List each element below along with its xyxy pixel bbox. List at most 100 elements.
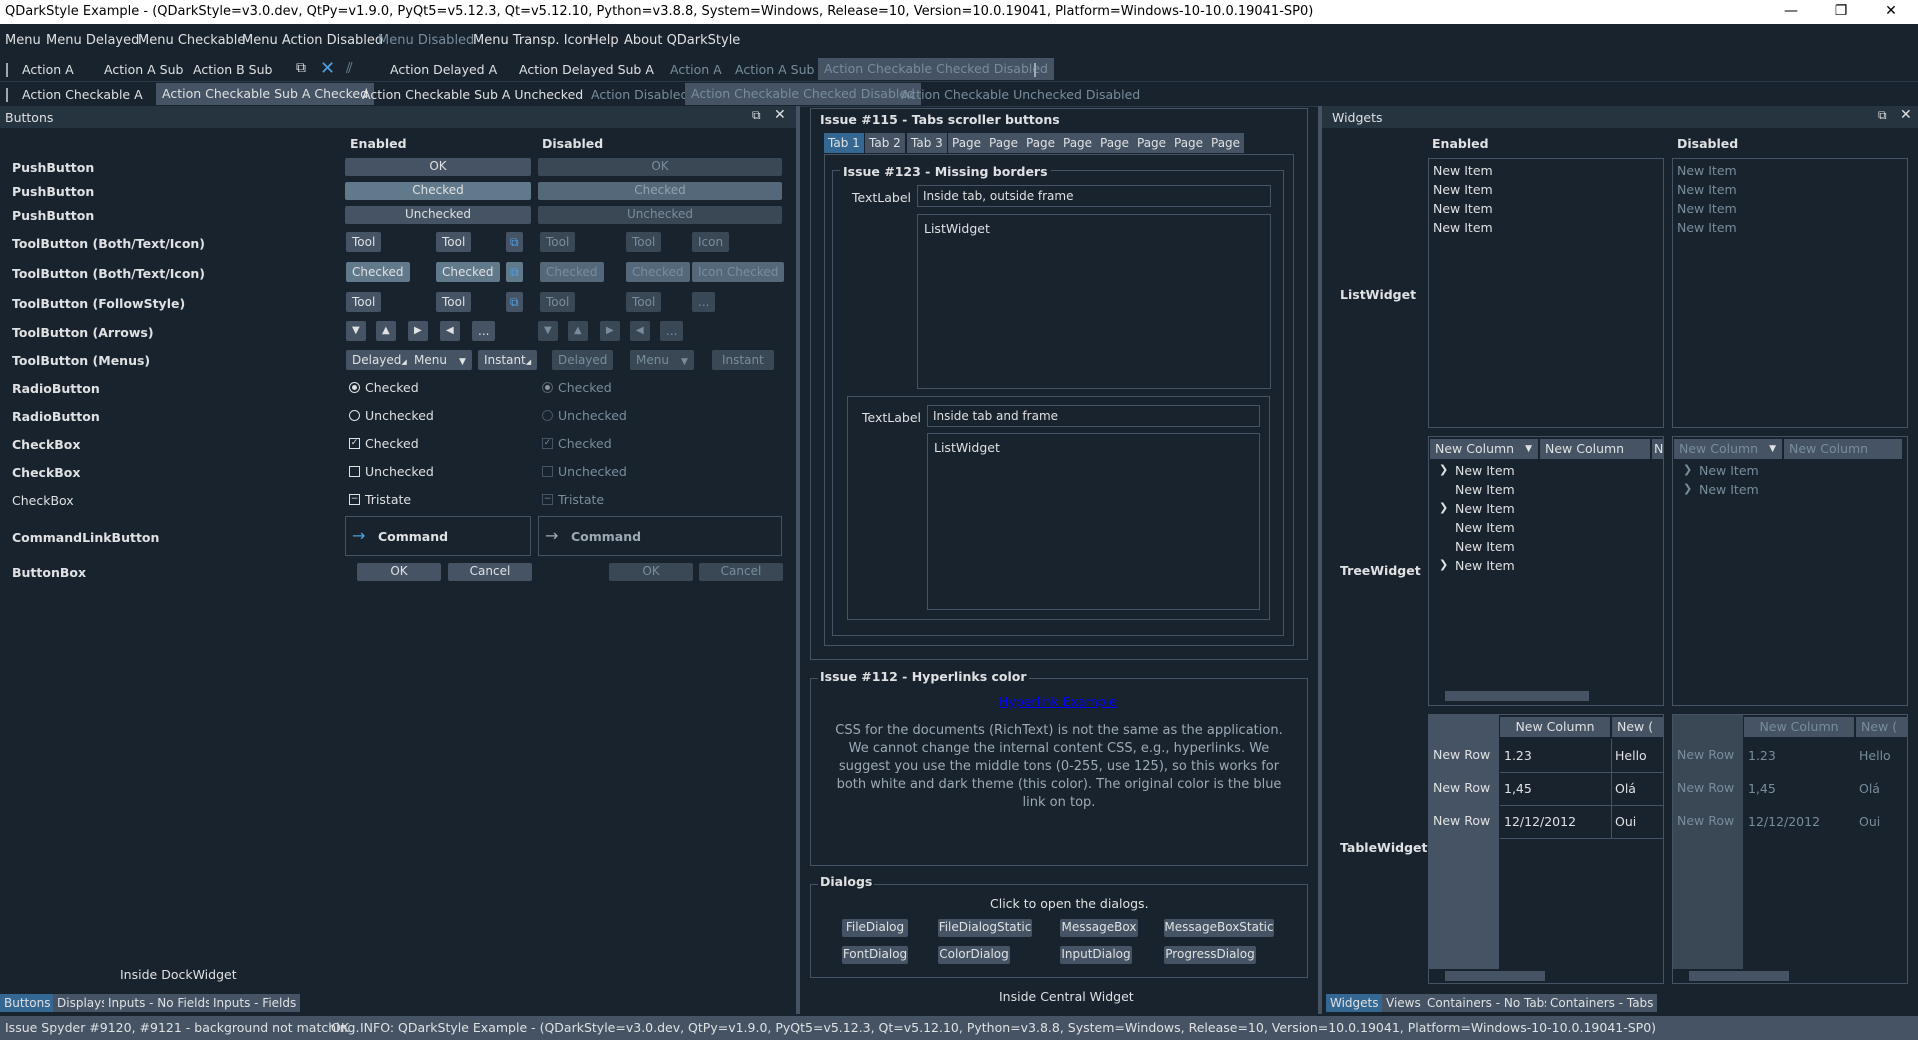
left-splitter[interactable] <box>796 106 800 1014</box>
column-header[interactable]: New Column <box>1540 439 1650 459</box>
tab-page[interactable]: Page <box>948 133 986 153</box>
chevron-right-icon[interactable]: ❯ <box>1439 463 1448 476</box>
tree-item[interactable]: New Item <box>1455 520 1515 535</box>
list-item[interactable]: New Item <box>1433 163 1493 178</box>
window-icon[interactable]: ⧉ <box>506 262 523 282</box>
action-checkable-checked-disabled[interactable]: Action Checkable Checked Disabled <box>818 58 1054 80</box>
float-icon[interactable]: ⧉ <box>752 108 761 123</box>
column-header[interactable]: New Column ▼ <box>1430 439 1538 459</box>
window-icon[interactable]: ⧉ <box>506 292 523 312</box>
tab-inputs-fields[interactable]: Inputs - Fields <box>209 994 301 1012</box>
tab-2[interactable]: Tab 2 <box>865 133 905 153</box>
tool-button[interactable]: Tool <box>346 232 382 252</box>
close-window-button[interactable]: ✕ <box>1868 0 1914 24</box>
toolbar-handle-2[interactable] <box>6 88 8 102</box>
transparent-icon[interactable]: ⫽ <box>346 59 353 77</box>
table-cell[interactable]: 1,45 <box>1504 781 1532 796</box>
ok-button[interactable]: OK <box>357 563 441 581</box>
tab-containers-no-tabs[interactable]: Containers - No Tabs <box>1423 994 1555 1012</box>
action-checkable-sub-a-unchecked[interactable]: Action Checkable Sub A Unchecked <box>362 87 583 102</box>
row-header[interactable]: New Row <box>1429 739 1499 771</box>
file-dialog-button[interactable]: FileDialog <box>842 919 908 937</box>
tool-button[interactable]: Tool <box>436 292 472 312</box>
list-widget[interactable]: ListWidget <box>917 214 1271 389</box>
column-header[interactable]: New Column <box>1500 717 1610 737</box>
list-item[interactable]: New Item <box>1433 220 1493 235</box>
minimize-button[interactable]: — <box>1768 0 1814 24</box>
column-header[interactable]: New ( <box>1612 717 1664 737</box>
font-dialog-button[interactable]: FontDialog <box>842 946 908 964</box>
tree-item[interactable]: New Item <box>1455 558 1515 573</box>
close-x-icon[interactable]: ✕ <box>320 58 335 79</box>
radio-unchecked[interactable] <box>349 410 360 421</box>
tab-page[interactable]: Page <box>1059 133 1097 153</box>
tree-item[interactable]: New Item <box>1455 482 1515 497</box>
horizontal-scrollbar[interactable] <box>1445 691 1589 701</box>
table-cell[interactable]: 12/12/2012 <box>1504 814 1576 829</box>
checked-pushbutton[interactable]: Checked <box>345 182 531 200</box>
menu-about[interactable]: About QDarkStyle <box>624 33 740 48</box>
table-widget-enabled[interactable]: New Column New ( New Row 1.23 Hello New … <box>1428 714 1664 984</box>
float-icon[interactable]: ⧉ <box>1878 108 1887 123</box>
hyperlink[interactable]: Hyperlink Example <box>999 694 1117 709</box>
list-widget[interactable]: ListWidget <box>927 433 1260 610</box>
menu-disabled[interactable]: Menu Disabled <box>378 33 474 48</box>
window-icon[interactable]: ⧉ <box>296 60 306 76</box>
ellipsis-button[interactable]: ... <box>472 321 496 341</box>
arrow-up-icon[interactable]: ▲ <box>376 321 396 341</box>
action-a[interactable]: Action A <box>22 62 74 77</box>
delayed-menu-button[interactable]: Delayed◢ <box>346 350 413 370</box>
tab-page[interactable]: Page <box>1133 133 1171 153</box>
message-box-button[interactable]: MessageBox <box>1060 919 1138 937</box>
progress-dialog-button[interactable]: ProgressDialog <box>1164 946 1256 964</box>
table-cell[interactable]: Olá <box>1615 781 1636 796</box>
checkbox-checked[interactable]: ✓ <box>349 438 360 449</box>
toolbar-handle[interactable] <box>6 63 8 77</box>
table-cell[interactable]: Hello <box>1615 748 1647 763</box>
list-item[interactable]: New Item <box>1433 182 1493 197</box>
table-cell[interactable]: 1.23 <box>1504 748 1532 763</box>
tree-item[interactable]: New Item <box>1455 463 1515 478</box>
arrow-left-icon[interactable]: ◀ <box>440 321 460 341</box>
ok-pushbutton[interactable]: OK <box>345 158 531 176</box>
tree-item[interactable]: New Item <box>1455 539 1515 554</box>
close-icon[interactable]: ✕ <box>1900 107 1912 123</box>
menu-delayed[interactable]: Menu Delayed <box>46 33 139 48</box>
window-icon[interactable]: ⧉ <box>506 232 523 252</box>
column-header[interactable]: N <box>1652 439 1664 459</box>
maximize-button[interactable]: ❐ <box>1818 0 1864 24</box>
action-checkable-sub-a-checked[interactable]: Action Checkable Sub A Checked <box>156 83 375 105</box>
right-splitter[interactable] <box>1318 106 1322 1014</box>
arrow-right-icon[interactable]: ▶ <box>408 321 428 341</box>
action-disabled[interactable]: Action Disabled <box>591 87 688 102</box>
checked-tool-button[interactable]: Checked <box>436 262 500 282</box>
action-delayed-sub-a[interactable]: Action Delayed Sub A <box>519 62 654 77</box>
tab-views[interactable]: Views <box>1382 994 1425 1012</box>
action-b-sub[interactable]: Action B Sub <box>193 62 272 77</box>
tab-widgets[interactable]: Widgets <box>1326 994 1383 1012</box>
menu-action-disabled[interactable]: Menu Action Disabled <box>242 33 383 48</box>
checkbox-unchecked[interactable] <box>349 466 360 477</box>
tab-buttons[interactable]: Buttons <box>0 994 55 1012</box>
action-a-sub-disabled[interactable]: Action A Sub <box>735 62 814 77</box>
radio-checked[interactable] <box>349 382 360 393</box>
menu-checkable[interactable]: Menu Checkable <box>138 33 245 48</box>
menu-menu[interactable]: Menu <box>5 33 41 48</box>
chevron-right-icon[interactable]: ❯ <box>1439 501 1448 514</box>
action-delayed-a[interactable]: Action Delayed A <box>390 62 497 77</box>
list-widget-enabled[interactable]: New Item New Item New Item New Item <box>1428 158 1664 428</box>
menu-button[interactable]: Menu ▼ <box>408 350 472 370</box>
tree-item[interactable]: New Item <box>1455 501 1515 516</box>
instant-menu-button[interactable]: Instant◢ <box>478 350 538 370</box>
close-icon[interactable]: ✕ <box>774 107 786 123</box>
chevron-right-icon[interactable]: ❯ <box>1439 558 1448 571</box>
action-checkable-checked-disabled-2[interactable]: Action Checkable Checked Disabled <box>685 83 921 105</box>
table-cell[interactable]: Oui <box>1615 814 1636 829</box>
tree-widget-enabled[interactable]: New Column ▼ New Column N ❯ New Item New … <box>1428 436 1664 706</box>
row-header[interactable]: New Row <box>1429 805 1499 837</box>
tab-page[interactable]: Page <box>1170 133 1208 153</box>
tool-button[interactable]: Tool <box>436 232 472 252</box>
arrow-down-icon[interactable]: ▼ <box>346 321 366 341</box>
inside-tab-outside-frame-field[interactable]: Inside tab, outside frame <box>917 185 1271 207</box>
checked-tool-button[interactable]: Checked <box>346 262 410 282</box>
